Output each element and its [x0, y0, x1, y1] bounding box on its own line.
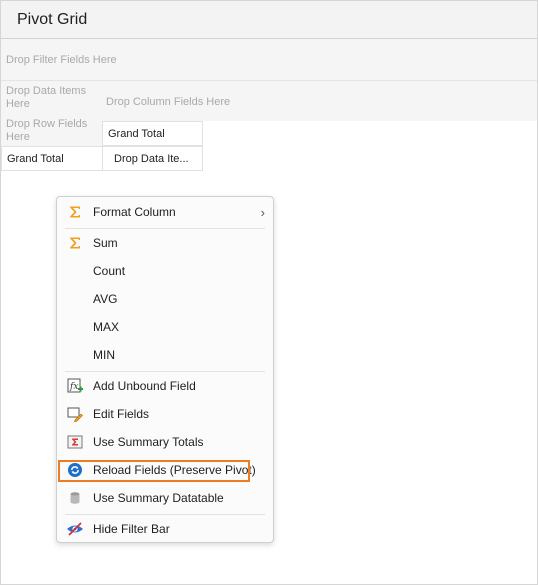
sigma-icon — [66, 203, 84, 221]
menu-item-sum[interactable]: Sum — [57, 230, 273, 256]
data-items-drop-hint-line1[interactable]: Drop Data Items — [6, 85, 86, 98]
hide-eye-icon — [66, 520, 84, 538]
menu-item-label: Use Summary Datatable — [93, 491, 224, 505]
menu-item-use-summary-totals[interactable]: Use Summary Totals — [57, 429, 273, 455]
filter-drop-hint: Drop Filter Fields Here — [6, 54, 117, 66]
row-drop-hint-line1: Drop Row Fields — [6, 118, 88, 130]
menu-separator — [65, 228, 265, 229]
svg-text:fx: fx — [69, 382, 78, 392]
database-icon — [66, 489, 84, 507]
menu-item-label: Use Summary Totals — [93, 435, 204, 449]
data-items-drop-hint-line2[interactable]: Here — [6, 98, 30, 111]
row-drop-area[interactable]: Drop Row Fields Here — [1, 118, 102, 146]
menu-item-format-column[interactable]: Format Column › — [57, 199, 273, 225]
column-drop-hint[interactable]: Drop Column Fields Here — [106, 96, 230, 109]
data-cell[interactable]: Drop Data Ite... — [102, 146, 203, 171]
menu-item-label: AVG — [93, 292, 118, 306]
edit-pencil-icon — [66, 405, 84, 423]
menu-item-label: Edit Fields — [93, 407, 150, 421]
row-header-label: Grand Total — [7, 152, 64, 165]
menu-separator — [65, 514, 265, 515]
menu-item-min[interactable]: MIN — [57, 342, 273, 368]
summary-totals-icon — [66, 433, 84, 451]
menu-item-label: Sum — [93, 236, 118, 250]
pivot-grid-window: Pivot Grid Drop Filter Fields Here Drop … — [0, 0, 538, 585]
menu-item-label: Count — [93, 264, 126, 278]
row-drop-hint-line2: Here — [6, 131, 30, 143]
menu-item-avg[interactable]: AVG — [57, 286, 273, 312]
menu-item-label: Format Column — [93, 205, 176, 219]
chevron-right-icon: › — [260, 204, 265, 220]
menu-item-label: Hide Filter Bar — [93, 522, 170, 536]
highlight-outline — [58, 460, 250, 482]
menu-item-edit-fields[interactable]: Edit Fields — [57, 401, 273, 427]
column-header-label: Grand Total — [108, 127, 165, 140]
column-header-grand-total[interactable]: Grand Total — [102, 121, 203, 146]
menu-item-max[interactable]: MAX — [57, 314, 273, 340]
menu-item-use-summary-datatable[interactable]: Use Summary Datatable — [57, 485, 273, 511]
menu-item-label: Add Unbound Field — [93, 379, 196, 393]
menu-item-add-unbound-field[interactable]: fx Add Unbound Field — [57, 373, 273, 399]
data-cell-label: Drop Data Ite... — [114, 152, 189, 165]
menu-item-hide-filter-bar[interactable]: Hide Filter Bar — [57, 516, 273, 542]
function-add-icon: fx — [66, 377, 84, 395]
title-bar: Pivot Grid — [1, 1, 537, 39]
menu-item-label: MAX — [93, 320, 120, 334]
sigma-icon — [66, 234, 84, 252]
menu-item-count[interactable]: Count — [57, 258, 273, 284]
context-menu: Format Column › Sum Count AVG MAX MIN fx… — [56, 196, 274, 543]
data-column-drop-area: Drop Data Items Here Drop Column Fields … — [1, 81, 537, 121]
filter-drop-area[interactable]: Drop Filter Fields Here — [1, 39, 537, 81]
row-header-grand-total[interactable]: Grand Total — [1, 146, 103, 171]
menu-separator — [65, 371, 265, 372]
page-title: Pivot Grid — [17, 11, 88, 28]
menu-item-label: MIN — [93, 348, 115, 362]
